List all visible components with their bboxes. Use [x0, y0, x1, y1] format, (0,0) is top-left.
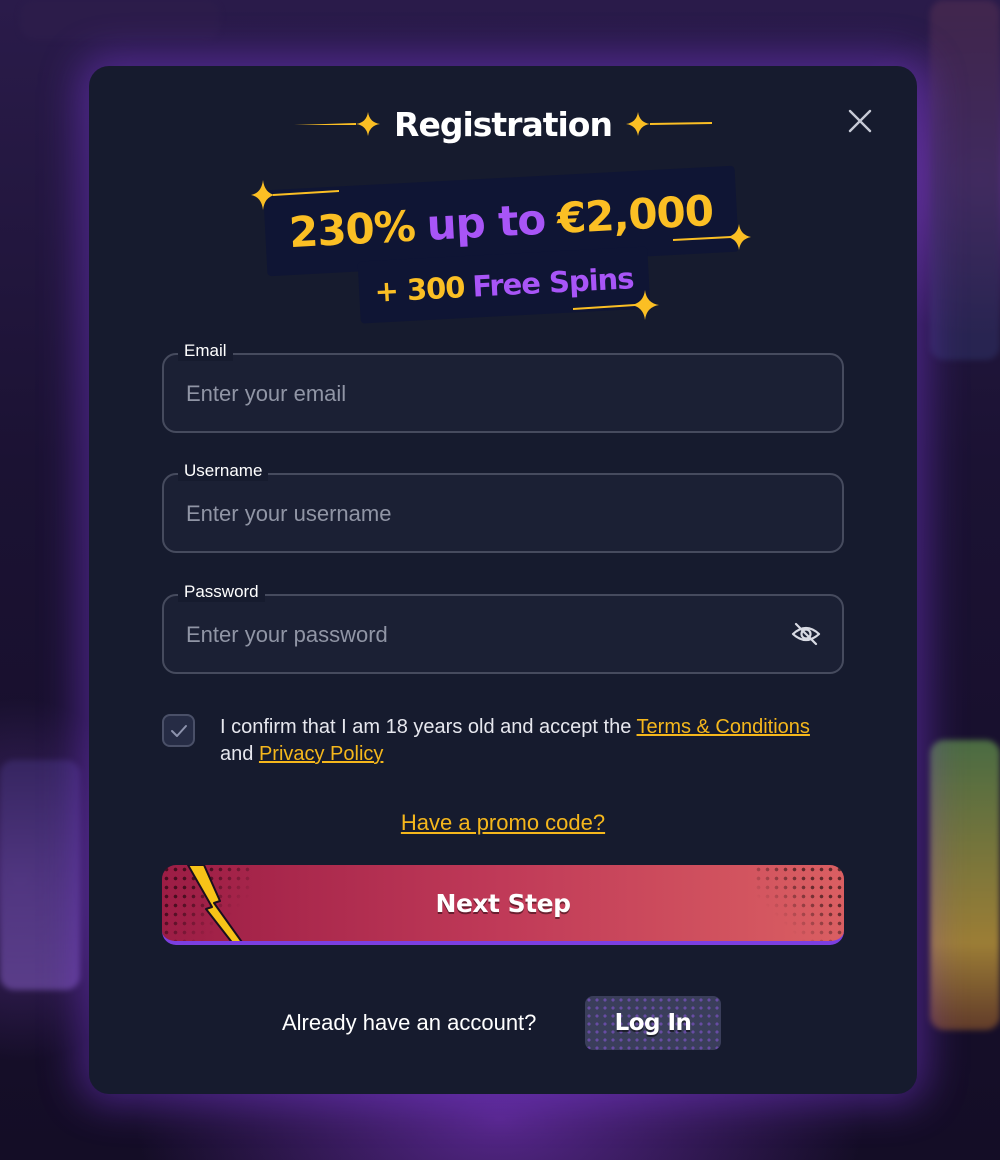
check-icon	[170, 724, 187, 737]
background-game-tile	[0, 760, 80, 990]
close-icon	[848, 109, 872, 133]
username-input[interactable]	[184, 473, 768, 555]
sparkle-icon	[673, 224, 751, 250]
bonus-up-to: up to	[425, 194, 547, 250]
sparkle-icon	[294, 112, 381, 136]
welcome-bonus-banner: 230% up to €2,000 + 300 Free Spins	[251, 165, 759, 330]
terms-checkbox[interactable]	[162, 714, 195, 747]
eye-off-icon	[791, 622, 821, 646]
terms-and: and	[220, 743, 254, 765]
free-spins-count: + 300	[373, 270, 466, 309]
modal-header: Registration	[89, 102, 917, 146]
email-input[interactable]	[184, 353, 768, 435]
background-banner	[20, 0, 220, 40]
password-input[interactable]	[184, 594, 768, 676]
password-field: Password	[162, 582, 844, 676]
promo-code-row: Have a promo code?	[89, 810, 917, 836]
background-game-tile	[930, 740, 1000, 1030]
log-in-button[interactable]: Log In	[585, 996, 721, 1050]
terms-consent: I confirm that I am 18 years old and acc…	[162, 714, 862, 774]
email-field: Email	[162, 341, 844, 435]
privacy-policy-link[interactable]: Privacy Policy	[259, 743, 383, 765]
background-game-tile	[930, 0, 1000, 360]
sparkle-icon	[573, 290, 659, 320]
terms-and-conditions-link[interactable]: Terms & Conditions	[637, 716, 810, 738]
sparkle-icon	[625, 112, 712, 136]
login-prompt-text: Already have an account?	[282, 1010, 537, 1035]
sparkle-icon	[251, 180, 339, 210]
toggle-password-visibility-button[interactable]	[790, 618, 822, 650]
close-button[interactable]	[845, 106, 875, 136]
username-field: Username	[162, 461, 844, 555]
modal-title: Registration	[394, 104, 613, 144]
next-step-button[interactable]: Next Step	[162, 865, 844, 945]
log-in-label: Log In	[614, 1010, 692, 1036]
terms-text-before: I confirm that I am 18 years old and acc…	[220, 716, 632, 738]
registration-modal: Registration 230% up to €2,000 + 300 Fre…	[89, 66, 917, 1094]
terms-text: I confirm that I am 18 years old and acc…	[220, 714, 860, 768]
login-prompt-row: Already have an account? Log In	[89, 996, 917, 1050]
next-step-label: Next Step	[435, 888, 571, 918]
promo-code-link[interactable]: Have a promo code?	[401, 810, 605, 835]
